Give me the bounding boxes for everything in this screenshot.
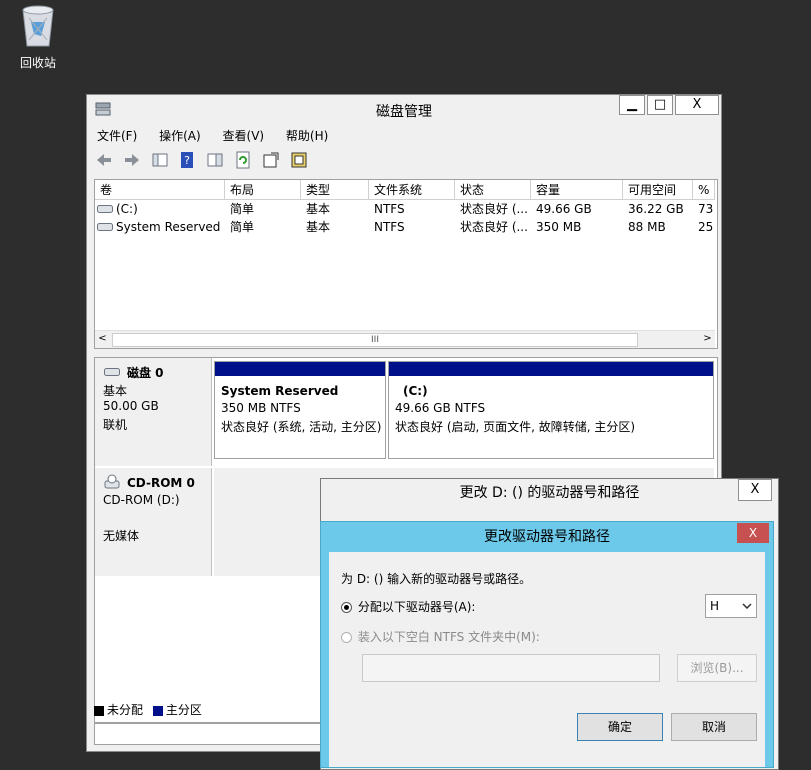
column-capacity[interactable]: 容量: [531, 180, 623, 200]
parent-dialog-close-button[interactable]: X: [738, 479, 772, 501]
cdrom-icon: [104, 474, 120, 489]
volume-type: 基本: [306, 202, 331, 216]
browse-button[interactable]: 浏览(B)...: [677, 654, 757, 682]
dialog-prompt: 为 D: () 输入新的驱动器号或路径。: [341, 572, 532, 586]
volume-status: 状态良好 (...: [460, 220, 528, 234]
column-volume[interactable]: 卷: [95, 180, 225, 200]
menu-action[interactable]: 操作(A): [155, 125, 205, 146]
properties-icon[interactable]: [262, 151, 280, 169]
volume-percent: 25: [698, 220, 714, 234]
cancel-button[interactable]: 取消: [671, 713, 757, 741]
recycle-bin-icon: [22, 5, 54, 47]
back-arrow-icon[interactable]: [95, 151, 113, 169]
partition-size: 350 MB NTFS: [221, 401, 301, 415]
mount-folder-label: 装入以下空白 NTFS 文件夹中(M):: [357, 630, 540, 644]
rescan-disks-icon[interactable]: [290, 151, 308, 169]
refresh-icon[interactable]: [234, 151, 252, 169]
change-drive-letter-dialog: 更改驱动器号和路径 X 为 D: () 输入新的驱动器号或路径。 分配以下驱动器…: [320, 521, 774, 768]
column-layout[interactable]: 布局: [225, 180, 301, 200]
ok-button[interactable]: 确定: [577, 713, 663, 741]
title-bar[interactable]: 磁盘管理 ▁ □ X: [87, 95, 721, 123]
legend-unallocated-swatch: [94, 705, 104, 716]
folder-path-input[interactable]: [362, 654, 660, 682]
scroll-thumb[interactable]: III: [112, 333, 638, 347]
column-free-space[interactable]: 可用空间: [623, 180, 693, 200]
dialog-close-button[interactable]: X: [737, 523, 769, 543]
forward-arrow-icon[interactable]: [123, 151, 141, 169]
volume-type: 基本: [306, 220, 331, 234]
menu-file[interactable]: 文件(F): [93, 125, 141, 146]
assign-letter-option[interactable]: 分配以下驱动器号(A):: [341, 598, 475, 615]
dialog-body: 为 D: () 输入新的驱动器号或路径。 分配以下驱动器号(A): H 装入以下…: [329, 552, 765, 767]
menu-help[interactable]: 帮助(H): [282, 125, 332, 146]
partition-c[interactable]: (C:) 49.66 GB NTFS 状态良好 (启动, 页面文件, 故障转储,…: [388, 361, 714, 459]
mount-folder-option[interactable]: 装入以下空白 NTFS 文件夹中(M):: [341, 628, 540, 645]
console-tree-icon[interactable]: [151, 151, 169, 169]
partition-size: 49.66 GB NTFS: [395, 401, 486, 415]
disk-type: 基本: [103, 384, 128, 398]
chevron-down-icon: [742, 603, 752, 609]
assign-letter-radio[interactable]: [341, 602, 352, 613]
column-percent[interactable]: %: [693, 180, 715, 200]
volume-filesystem: NTFS: [374, 202, 405, 216]
volume-filesystem: NTFS: [374, 220, 405, 234]
horizontal-scrollbar[interactable]: < III >: [95, 330, 715, 348]
minimize-button[interactable]: ▁: [619, 95, 645, 115]
menu-view[interactable]: 查看(V): [219, 125, 269, 146]
volume-free-space: 88 MB: [628, 220, 666, 234]
volume-name: (C:): [116, 202, 138, 216]
legend-primary-label: 主分区: [165, 703, 202, 717]
volume-name: System Reserved: [116, 220, 221, 234]
disk-icon: [104, 368, 120, 376]
disk-state: 联机: [103, 418, 128, 432]
partition-status: 状态良好 (启动, 页面文件, 故障转储, 主分区): [395, 420, 636, 434]
volume-layout: 简单: [230, 202, 255, 216]
volume-layout: 简单: [230, 220, 255, 234]
volume-free-space: 36.22 GB: [628, 202, 684, 216]
scroll-right-arrow-icon[interactable]: >: [700, 331, 715, 347]
legend-unallocated-label: 未分配: [107, 703, 144, 717]
menu-bar: 文件(F) 操作(A) 查看(V) 帮助(H): [93, 125, 342, 147]
recycle-bin-label: 回收站: [19, 56, 56, 70]
mount-folder-radio[interactable]: [341, 632, 352, 643]
toolbar: ?: [95, 151, 314, 173]
maximize-button[interactable]: □: [647, 95, 673, 115]
disk-name: 磁盘 0: [127, 366, 164, 380]
scroll-left-arrow-icon[interactable]: <: [95, 331, 110, 347]
help-icon[interactable]: ?: [178, 151, 196, 169]
column-type[interactable]: 类型: [301, 180, 369, 200]
column-status[interactable]: 状态: [455, 180, 531, 200]
partition-system-reserved[interactable]: System Reserved 350 MB NTFS 状态良好 (系统, 活动…: [214, 361, 386, 459]
disk-size: 50.00 GB: [103, 399, 159, 413]
recycle-bin-shortcut[interactable]: 回收站: [12, 4, 64, 71]
partition-name: (C:): [403, 384, 428, 398]
volume-capacity: 350 MB: [536, 220, 582, 234]
disk-0-label[interactable]: 磁盘 0 基本 50.00 GB 联机: [95, 358, 212, 466]
cdrom-name: CD-ROM 0: [127, 476, 195, 490]
partition-name: System Reserved: [221, 384, 339, 398]
partition-bar: [215, 362, 385, 376]
dialog-title[interactable]: 更改驱动器号和路径: [321, 522, 773, 552]
volume-list: 卷 布局 类型 文件系统 状态 容量 可用空间 % (C:) 简单 基本 NTF…: [94, 179, 718, 349]
legend-primary-swatch: [152, 705, 163, 716]
volume-status: 状态良好 (...: [460, 202, 528, 216]
svg-text:?: ?: [185, 154, 191, 167]
column-filesystem[interactable]: 文件系统: [369, 180, 455, 200]
volume-capacity: 49.66 GB: [536, 202, 592, 216]
close-button[interactable]: X: [675, 95, 719, 115]
cdrom-drive: CD-ROM (D:): [103, 493, 180, 507]
partition-bar: [389, 362, 713, 376]
action-pane-icon[interactable]: [206, 151, 224, 169]
assign-letter-label: 分配以下驱动器号(A):: [357, 600, 476, 614]
cdrom-media-state: 无媒体: [103, 529, 140, 543]
drive-letter-value: H: [710, 599, 720, 613]
drive-letter-select[interactable]: H: [705, 594, 757, 618]
parent-dialog-title[interactable]: 更改 D: () 的驱动器号和路径: [321, 479, 778, 507]
legend: 未分配 主分区: [94, 701, 202, 719]
volume-percent: 73: [698, 202, 714, 216]
cdrom-0-label[interactable]: CD-ROM 0 CD-ROM (D:) 无媒体: [95, 468, 212, 576]
partition-status: 状态良好 (系统, 活动, 主分区): [221, 420, 382, 434]
